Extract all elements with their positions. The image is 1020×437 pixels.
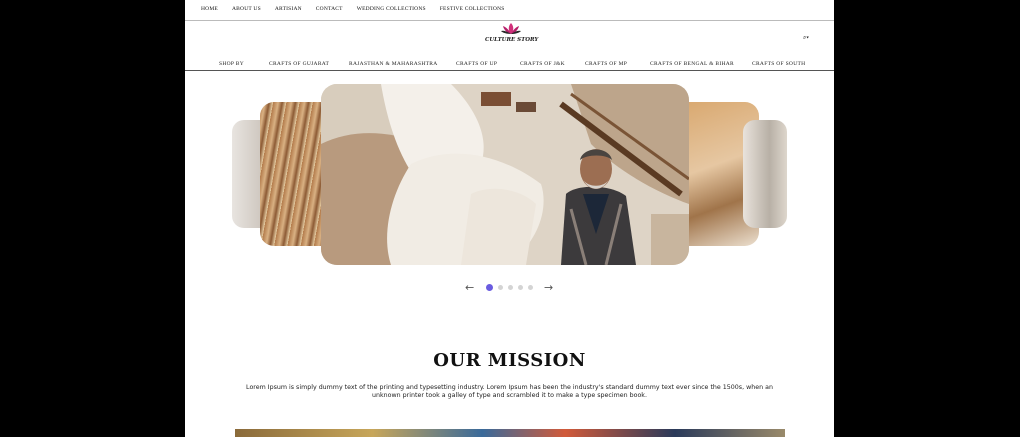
carousel-slide-active[interactable] <box>321 84 689 265</box>
caret-down-icon: ▾ <box>806 35 809 41</box>
nav-artisian[interactable]: ARTISIAN <box>275 6 302 12</box>
page: HOME ABOUT US ARTISIAN CONTACT WEDDING C… <box>185 0 834 437</box>
carousel-dot-2[interactable] <box>498 285 503 290</box>
hero-carousel[interactable] <box>185 71 834 276</box>
search-button[interactable]: ⌕▾ <box>803 35 809 42</box>
arrow-left-icon: ← <box>465 281 475 294</box>
nav-wedding-collections[interactable]: WEDDING COLLECTIONS <box>357 6 426 12</box>
arrow-right-icon: → <box>544 281 554 294</box>
carousel-dot-5[interactable] <box>528 285 533 290</box>
category-jk[interactable]: CRAFTS OF J&K <box>520 61 565 67</box>
mission-title: OUR MISSION <box>433 350 586 371</box>
carousel-dot-1[interactable] <box>486 284 493 291</box>
site-logo[interactable]: CULTURE STORY <box>485 22 539 46</box>
category-shop-by[interactable]: SHOP BY <box>219 61 244 67</box>
category-gujarat[interactable]: CRAFTS OF GUJARAT <box>269 61 329 67</box>
mission-image <box>235 429 785 437</box>
slide-artwork-image <box>321 84 689 265</box>
lotus-icon <box>501 23 521 34</box>
mission-text: Lorem Ipsum is simply dummy text of the … <box>246 384 773 400</box>
category-up[interactable]: CRAFTS OF UP <box>456 61 497 67</box>
carousel-prev-button[interactable]: ← <box>465 282 474 294</box>
top-navigation: HOME ABOUT US ARTISIAN CONTACT WEDDING C… <box>185 0 834 21</box>
brand-name: CULTURE STORY <box>485 37 539 43</box>
carousel-slide-far-right[interactable] <box>743 120 787 228</box>
carousel-dot-4[interactable] <box>518 285 523 290</box>
nav-festive-collections[interactable]: FESTIVE COLLECTIONS <box>440 6 505 12</box>
nav-about-us[interactable]: ABOUT US <box>232 6 261 12</box>
nav-home[interactable]: HOME <box>201 6 218 12</box>
category-bengal-bihar[interactable]: CRAFTS OF BENGAL & BIHAR <box>650 61 734 67</box>
carousel-next-button[interactable]: → <box>544 282 553 294</box>
category-mp[interactable]: CRAFTS OF MP <box>585 61 627 67</box>
nav-contact[interactable]: CONTACT <box>316 6 343 12</box>
category-south[interactable]: CRAFTS OF SOUTH <box>752 61 805 67</box>
category-navigation: SHOP BY CRAFTS OF GUJARAT RAJASTHAN & MA… <box>185 59 834 71</box>
carousel-dot-3[interactable] <box>508 285 513 290</box>
category-rajasthan-maharashtra[interactable]: RAJASTHAN & MAHARASHTRA <box>349 61 438 67</box>
